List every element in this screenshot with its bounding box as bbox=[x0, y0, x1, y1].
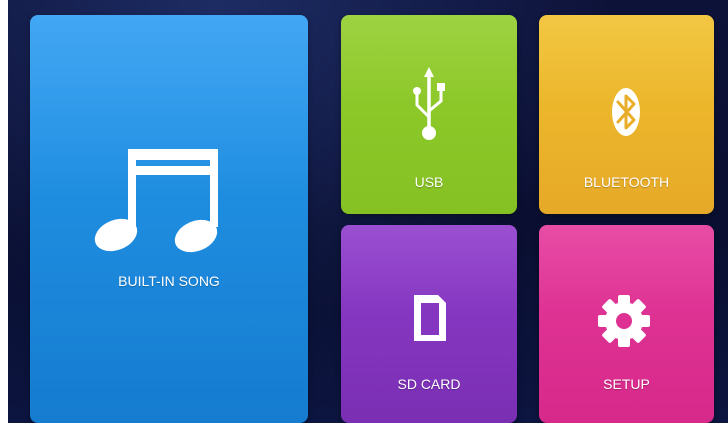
bluetooth-tile[interactable]: BLUETOOTH bbox=[539, 15, 714, 214]
sd-card-tile[interactable]: SD CARD bbox=[341, 225, 517, 423]
sd-card-icon bbox=[414, 295, 446, 341]
home-screen: BUILT-IN SONG USB BLUETOOTH SD CARD SETU… bbox=[0, 0, 728, 423]
setup-label: SETUP bbox=[603, 376, 650, 392]
built-in-song-label: BUILT-IN SONG bbox=[118, 273, 220, 289]
bluetooth-label: BLUETOOTH bbox=[583, 174, 670, 190]
screen-frame-edge bbox=[0, 0, 8, 423]
usb-label: USB bbox=[414, 174, 444, 190]
usb-tile[interactable]: USB bbox=[341, 15, 517, 214]
usb-icon bbox=[413, 67, 445, 140]
gear-icon bbox=[598, 295, 650, 347]
sd-card-label: SD CARD bbox=[397, 376, 461, 392]
music-notes-icon bbox=[94, 149, 218, 253]
built-in-song-tile[interactable]: BUILT-IN SONG bbox=[30, 15, 308, 423]
bluetooth-icon bbox=[612, 88, 640, 136]
setup-tile[interactable]: SETUP bbox=[539, 225, 714, 423]
